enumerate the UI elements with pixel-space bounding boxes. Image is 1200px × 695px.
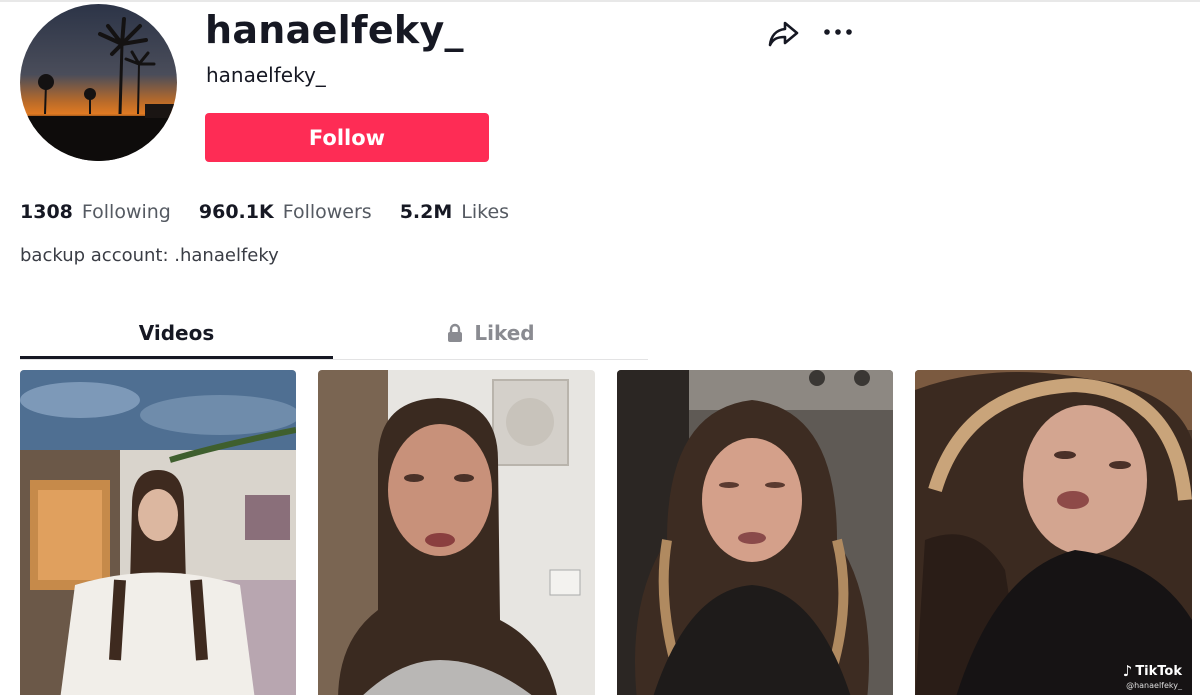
follow-button[interactable]: Follow xyxy=(205,113,489,162)
stat-label: Followers xyxy=(282,201,372,223)
stat-label: Likes xyxy=(461,201,510,223)
tab-liked[interactable]: Liked xyxy=(333,308,648,358)
stat-value: 5.2M xyxy=(399,201,453,223)
stat-value: 960.1K xyxy=(198,201,274,223)
more-dots-icon[interactable] xyxy=(820,20,856,44)
tab-label: Liked xyxy=(474,321,535,345)
video-thumbnail[interactable] xyxy=(318,370,595,695)
tiktok-logo-icon: ♪ xyxy=(1122,662,1133,680)
profile-tabs: Videos Liked xyxy=(20,308,648,360)
username: hanaelfeky_ xyxy=(206,63,326,87)
tab-videos[interactable]: Videos xyxy=(20,308,333,358)
video-thumbnail[interactable] xyxy=(20,370,296,695)
video-thumbnail[interactable] xyxy=(617,370,893,695)
profile-avatar xyxy=(20,4,177,161)
share-arrow-icon[interactable] xyxy=(766,18,800,50)
watermark-handle: @hanaelfeky_ xyxy=(1126,681,1182,690)
stat-likes: 5.2M Likes xyxy=(400,201,509,223)
top-border xyxy=(0,0,1200,2)
display-name: hanaelfeky_ xyxy=(205,8,464,52)
video-grid: ♪ TikTok @hanaelfeky_ xyxy=(20,370,1192,695)
stat-label: Following xyxy=(81,201,171,223)
profile-stats: 1308 Following 960.1K Followers 5.2M Lik… xyxy=(20,198,537,226)
lock-icon xyxy=(448,323,463,342)
stat-following[interactable]: 1308 Following xyxy=(20,201,171,223)
tab-label: Videos xyxy=(138,321,215,345)
stat-followers[interactable]: 960.1K Followers xyxy=(199,201,372,223)
tiktok-watermark: ♪ TikTok @hanaelfeky_ xyxy=(1123,662,1182,690)
video-thumbnail[interactable]: ♪ TikTok @hanaelfeky_ xyxy=(915,370,1192,695)
profile-bio: backup account: .hanaelfeky xyxy=(20,245,279,266)
active-tab-indicator xyxy=(20,356,333,359)
watermark-brand: TikTok xyxy=(1135,663,1182,679)
stat-value: 1308 xyxy=(20,201,73,223)
